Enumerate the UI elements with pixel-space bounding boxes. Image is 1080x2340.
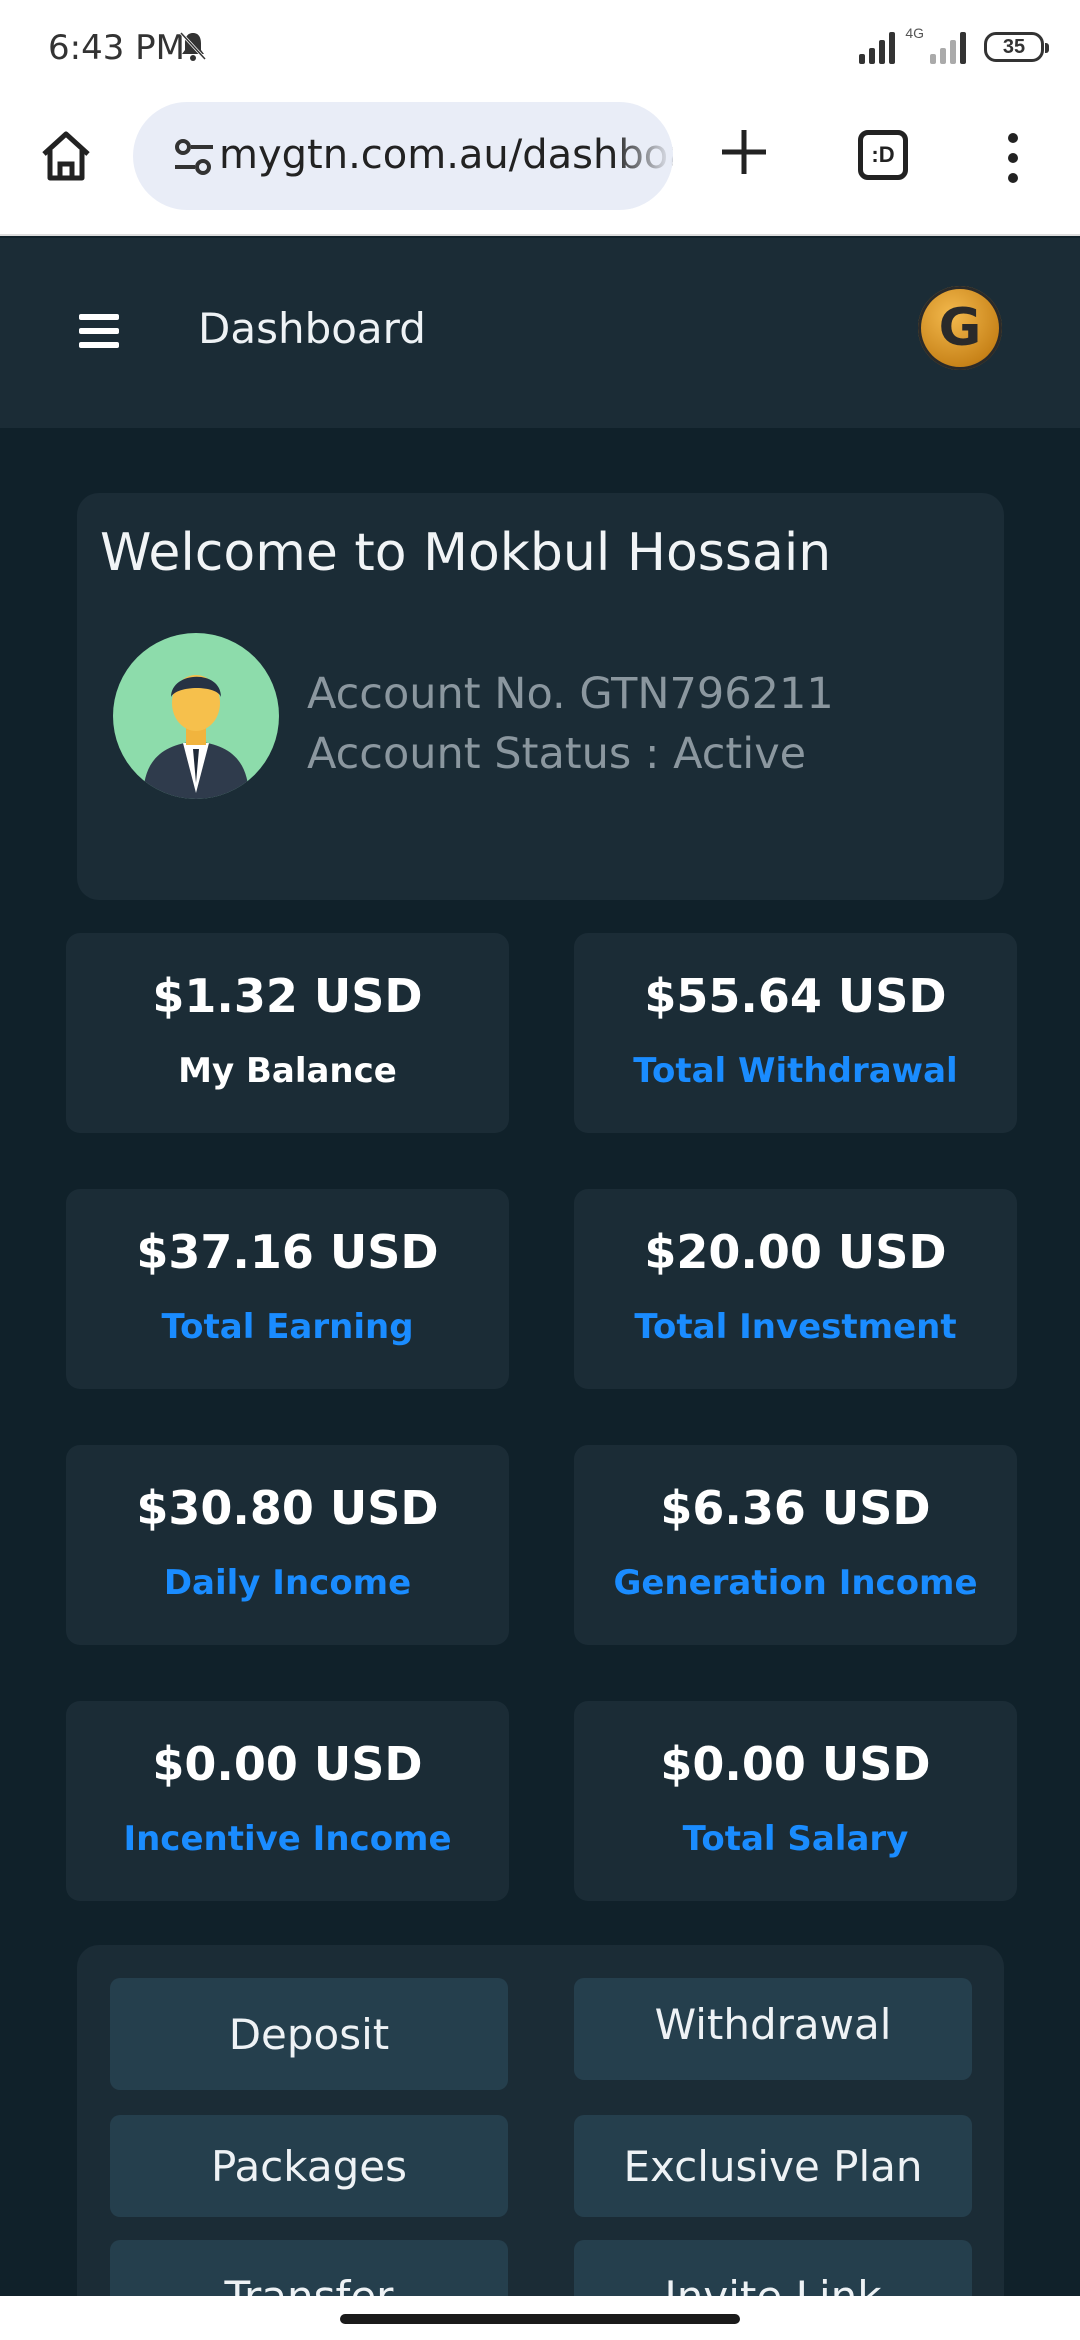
user-avatar-icon [143, 675, 249, 799]
stat-label[interactable]: Total Investment [574, 1307, 1017, 1347]
account-status: Account Status : Active [307, 729, 807, 779]
stat-label[interactable]: Total Salary [574, 1819, 1017, 1859]
stat-value: $20.00 USD [644, 1225, 947, 1279]
quick-actions-panel: Deposit Withdrawal Packages Exclusive Pl… [77, 1945, 1004, 2340]
browser-toolbar: mygtn.com.au/dashboard :D [0, 96, 1080, 236]
url-fade [613, 102, 673, 210]
account-number: Account No. GTN796211 [307, 669, 834, 719]
stat-value: $0.00 USD [152, 1737, 423, 1791]
stat-value: $0.00 USD [660, 1737, 931, 1791]
gesture-handle[interactable] [340, 2314, 740, 2324]
status-time: 6:43 PM [48, 28, 185, 68]
url-text[interactable]: mygtn.com.au/dashboard [219, 132, 673, 178]
stat-value: $6.36 USD [660, 1481, 931, 1535]
page-title: Dashboard [198, 304, 426, 353]
battery-icon: 35 [984, 32, 1049, 62]
bell-off-icon [179, 31, 207, 61]
stat-label[interactable]: Daily Income [66, 1563, 509, 1603]
stat-card-total-salary[interactable]: $0.00 USD Total Salary [574, 1701, 1017, 1901]
battery-level: 35 [1002, 35, 1026, 58]
tab-switcher-label: :D [871, 142, 895, 167]
deposit-button[interactable]: Deposit [110, 1978, 508, 2090]
stat-card-incentive-income[interactable]: $0.00 USD Incentive Income [66, 1701, 509, 1901]
site-settings-icon[interactable] [173, 138, 215, 176]
stat-card-total-investment[interactable]: $20.00 USD Total Investment [574, 1189, 1017, 1389]
stat-card-total-earning[interactable]: $37.16 USD Total Earning [66, 1189, 509, 1389]
stat-card-daily-income[interactable]: $30.80 USD Daily Income [66, 1445, 509, 1645]
new-tab-icon[interactable] [718, 126, 770, 178]
stat-label[interactable]: Incentive Income [66, 1819, 509, 1859]
avatar [113, 633, 279, 799]
stat-label: My Balance [178, 1051, 397, 1091]
withdrawal-button[interactable]: Withdrawal [574, 1978, 972, 2080]
logo-letter: G [938, 298, 982, 358]
welcome-card: Welcome to Mokbul Hossain Account No. GT… [77, 493, 1004, 900]
tab-switcher-button[interactable]: :D [858, 130, 908, 180]
stat-label[interactable]: Total Earning [66, 1307, 509, 1347]
stat-value: $1.32 USD [152, 969, 423, 1023]
network-type-label: 4G [905, 25, 924, 41]
stat-value: $55.64 USD [644, 969, 947, 1023]
address-bar[interactable]: mygtn.com.au/dashboard [133, 102, 673, 210]
stat-card-my-balance[interactable]: $1.32 USD My Balance [66, 933, 509, 1133]
stat-label[interactable]: Total Withdrawal [574, 1051, 1017, 1091]
stat-value: $30.80 USD [136, 1481, 439, 1535]
menu-icon[interactable] [79, 314, 119, 348]
stat-label[interactable]: Generation Income [574, 1563, 1017, 1603]
packages-button[interactable]: Packages [110, 2115, 508, 2217]
signal-secondary-icon [930, 30, 966, 64]
exclusive-plan-button[interactable]: Exclusive Plan [574, 2115, 972, 2217]
stat-card-generation-income[interactable]: $6.36 USD Generation Income [574, 1445, 1017, 1645]
home-icon[interactable] [36, 126, 96, 186]
stat-value: $37.16 USD [136, 1225, 439, 1279]
status-bar: 6:43 PM 4G 35 [0, 0, 1080, 96]
brand-logo[interactable]: G [918, 286, 1002, 370]
welcome-title: Welcome to Mokbul Hossain [100, 523, 832, 583]
more-options-icon[interactable] [1006, 132, 1020, 184]
stat-card-total-withdrawal[interactable]: $55.64 USD Total Withdrawal [574, 933, 1017, 1133]
status-indicators: 4G 35 [859, 25, 1049, 64]
signal-icon [859, 30, 896, 64]
app-header: Dashboard G [0, 238, 1080, 428]
